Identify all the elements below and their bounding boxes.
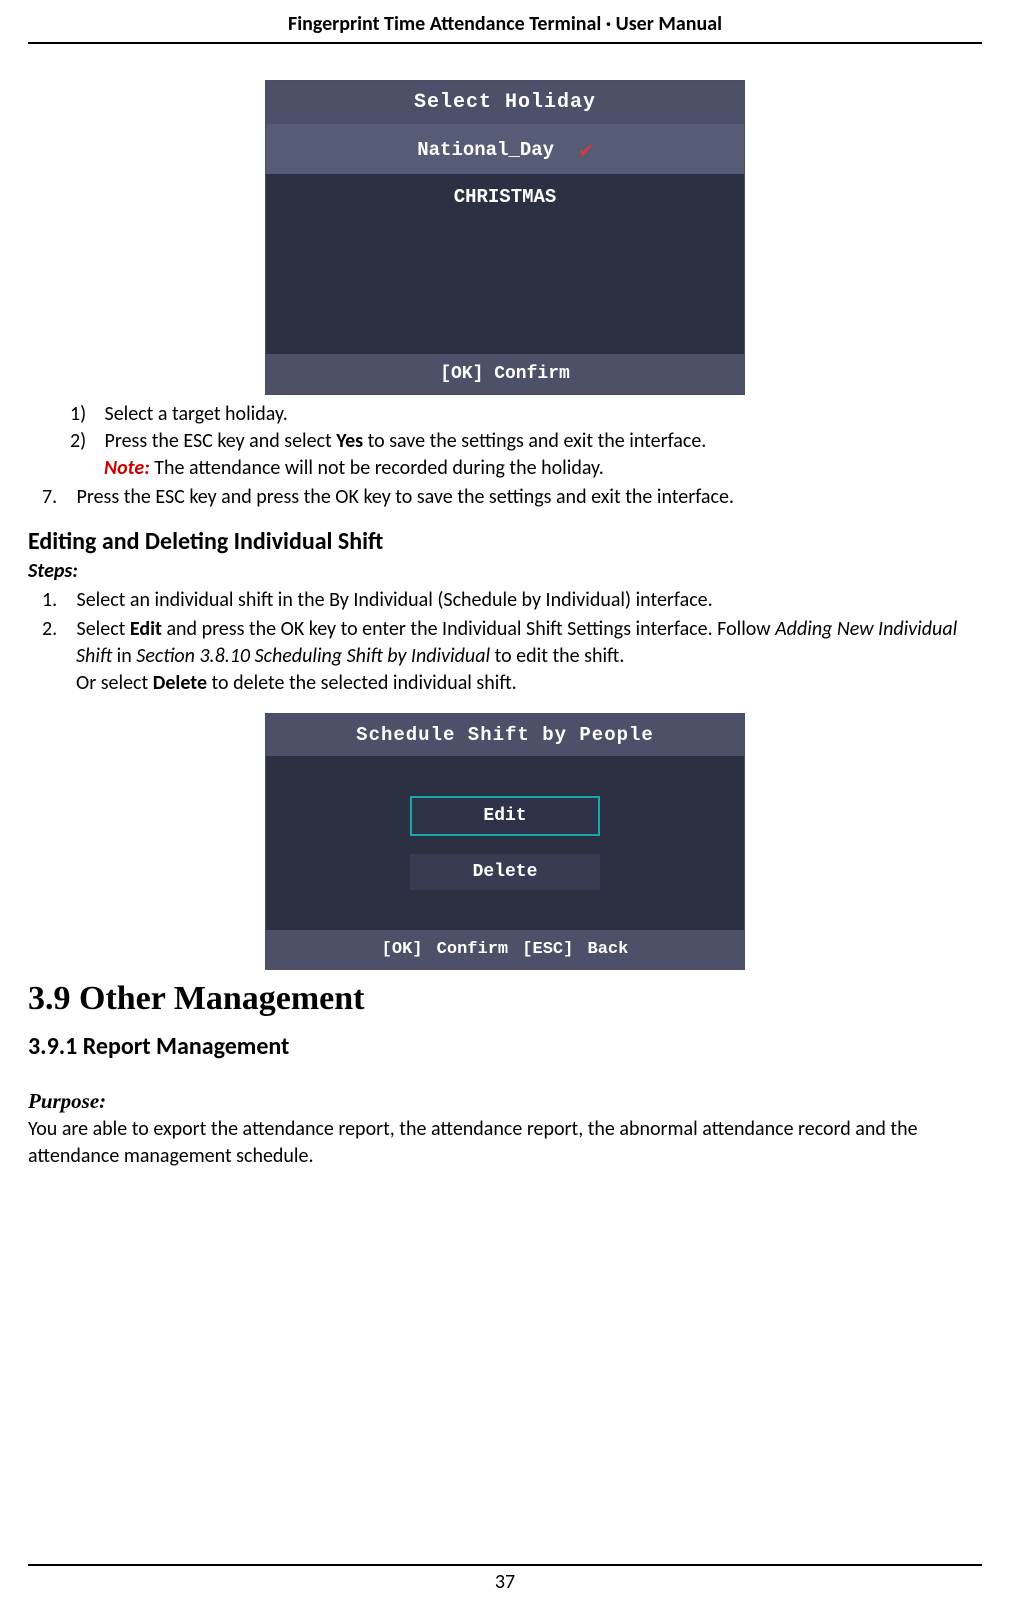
running-header: Fingerprint Time Attendance Terminal · U… xyxy=(28,0,982,36)
list-marker: 1. xyxy=(42,587,72,614)
list-marker: 2) xyxy=(70,428,100,455)
list-text: Or select xyxy=(76,671,153,695)
list-marker: 1) xyxy=(70,401,100,428)
check-icon: ✔ xyxy=(579,138,592,164)
header-divider xyxy=(28,42,982,44)
terminal-schedule-shift: Schedule Shift by People Edit Delete [OK… xyxy=(265,713,745,970)
list-text: Press the ESC key and select xyxy=(105,429,337,453)
terminal-body: Edit Delete xyxy=(266,756,744,930)
heading-3-9: 3.9 Other Management xyxy=(28,980,982,1018)
holiday-item-label: CHRISTMAS xyxy=(454,186,557,208)
menu-btn-delete[interactable]: Delete xyxy=(410,854,600,890)
list-text: Select a target holiday. xyxy=(105,402,288,426)
terminal-select-holiday: Select Holiday National_Day ✔ CHRISTMAS … xyxy=(265,80,745,395)
holiday-item-label: National_Day xyxy=(417,139,554,161)
italic-section-ref: Section 3.8.10 Scheduling Shift by Indiv… xyxy=(136,644,490,668)
bold-edit: Edit xyxy=(130,617,162,641)
terminal-footer: [OK] Confirm [ESC] Back xyxy=(266,930,744,969)
list-text: to edit the shift. xyxy=(490,644,624,668)
terminal-footer: [OK] Confirm xyxy=(266,354,744,394)
note-text: The attendance will not be recorded duri… xyxy=(150,456,604,480)
list-marker: 2. xyxy=(42,616,72,643)
terminal-title: Schedule Shift by People xyxy=(266,714,744,756)
list-marker: 7. xyxy=(42,484,72,511)
list-text: to save the settings and exit the interf… xyxy=(363,429,706,453)
list-text: Select an individual shift in the By Ind… xyxy=(77,588,713,612)
purpose-text: You are able to export the attendance re… xyxy=(28,1116,982,1170)
list-item: 7. Press the ESC key and press the OK ke… xyxy=(76,484,982,511)
list-item: 2) Press the ESC key and select Yes to s… xyxy=(104,428,982,455)
outer-ordered-list: 7. Press the ESC key and press the OK ke… xyxy=(28,484,982,511)
inner-ordered-list: 1) Select a target holiday. 2) Press the… xyxy=(28,401,982,482)
holiday-item-national-day[interactable]: National_Day ✔ xyxy=(266,124,744,174)
list-item-note: Note: The attendance will not be recorde… xyxy=(104,455,982,482)
heading-3-9-1: 3.9.1 Report Management xyxy=(28,1032,982,1061)
bold-yes: Yes xyxy=(336,429,363,453)
list-text: Press the ESC key and press the OK key t… xyxy=(77,485,734,509)
menu-btn-label: Delete xyxy=(473,862,538,882)
bold-delete: Delete xyxy=(153,671,207,695)
holiday-item-christmas[interactable]: CHRISTMAS xyxy=(266,174,744,220)
list-text: to delete the selected individual shift. xyxy=(207,671,517,695)
list-item: 1) Select a target holiday. xyxy=(104,401,982,428)
list-text: and press the OK key to enter the Indivi… xyxy=(162,617,775,641)
terminal-body: National_Day ✔ CHRISTMAS xyxy=(266,124,744,354)
page-footer: 37 xyxy=(28,1564,982,1594)
menu-btn-edit[interactable]: Edit xyxy=(410,796,600,836)
list-item: 2. Select Edit and press the OK key to e… xyxy=(76,616,982,697)
heading-editing-deleting: Editing and Deleting Individual Shift xyxy=(28,527,982,556)
list-text: Select xyxy=(77,617,130,641)
terminal-title: Select Holiday xyxy=(266,81,744,124)
editing-ordered-list: 1. Select an individual shift in the By … xyxy=(28,587,982,697)
footer-divider xyxy=(28,1564,982,1566)
note-label: Note: xyxy=(104,456,150,480)
list-item: 1. Select an individual shift in the By … xyxy=(76,587,982,614)
purpose-label: Purpose: xyxy=(28,1089,982,1114)
menu-btn-label: Edit xyxy=(483,806,526,826)
list-text: in xyxy=(112,644,136,668)
page-number: 37 xyxy=(28,1570,982,1594)
steps-label: Steps: xyxy=(28,558,982,585)
